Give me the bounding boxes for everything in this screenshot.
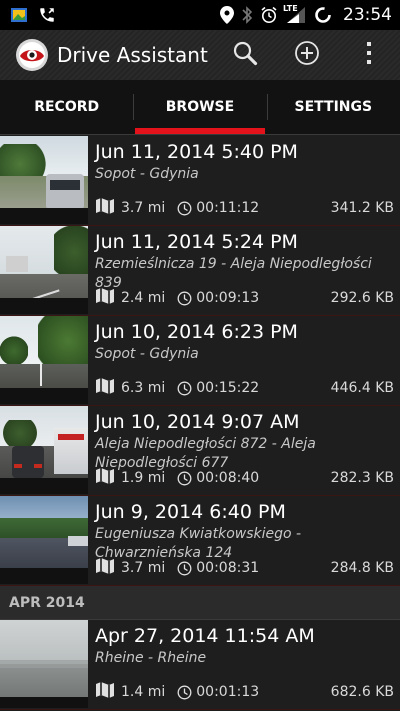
recording-duration: 00:08:31 <box>196 560 260 576</box>
overflow-icon <box>365 41 373 69</box>
recording-size: 284.8 KB <box>330 560 394 576</box>
recording-thumbnail <box>0 620 88 708</box>
recording-size: 282.3 KB <box>330 470 394 486</box>
clock-icon <box>177 561 192 576</box>
recording-item[interactable]: Jun 10, 2014 9:07 AM Aleja Niepodległośc… <box>0 406 400 496</box>
map-icon <box>95 680 115 704</box>
recording-distance: 3.7 mi <box>121 560 166 576</box>
tab-bar: RECORD BROWSE SETTINGS <box>0 80 400 135</box>
map-icon <box>95 286 115 310</box>
recording-distance: 3.7 mi <box>121 200 166 216</box>
recording-size: 341.2 KB <box>330 200 394 216</box>
recording-item[interactable]: Jun 10, 2014 6:23 PM Sopot - Gdynia 6.3 … <box>0 316 400 406</box>
bluetooth-icon <box>241 6 253 24</box>
clock-icon <box>177 685 192 700</box>
tab-settings[interactable]: SETTINGS <box>266 80 400 134</box>
recording-route: Sopot - Gdynia <box>95 166 199 182</box>
add-button[interactable] <box>276 30 338 80</box>
section-header: APR 2014 <box>0 586 400 620</box>
action-bar: Drive Assistant <box>0 30 400 80</box>
clock-icon <box>177 291 192 306</box>
recording-item[interactable]: Apr 27, 2014 11:54 AM Rheine - Rheine 1.… <box>0 620 400 710</box>
clock-icon <box>177 201 192 216</box>
recording-distance: 2.4 mi <box>121 290 166 306</box>
recording-title: Jun 10, 2014 6:23 PM <box>95 321 298 343</box>
clock-icon <box>177 471 192 486</box>
recording-duration: 00:01:13 <box>196 684 260 700</box>
tab-record[interactable]: RECORD <box>0 80 133 134</box>
recording-title: Jun 9, 2014 6:40 PM <box>95 501 286 523</box>
recording-title: Jun 11, 2014 5:40 PM <box>95 141 298 163</box>
recording-title: Jun 10, 2014 9:07 AM <box>95 411 300 433</box>
clock-time: 23:54 <box>343 5 392 25</box>
gallery-icon <box>10 7 28 23</box>
lte-label: LTE <box>283 4 298 13</box>
sync-icon <box>314 6 332 24</box>
map-icon <box>95 466 115 490</box>
recording-thumbnail <box>0 406 88 494</box>
tab-browse[interactable]: BROWSE <box>133 80 266 134</box>
clock-icon <box>177 381 192 396</box>
recording-duration: 00:08:40 <box>196 470 260 486</box>
signal-lte-icon: LTE <box>283 4 307 24</box>
map-icon <box>95 196 115 220</box>
recording-route: Sopot - Gdynia <box>95 346 199 362</box>
map-icon <box>95 376 115 400</box>
recordings-list[interactable]: Jun 11, 2014 5:40 PM Sopot - Gdynia 3.7 … <box>0 136 400 711</box>
recording-size: 446.4 KB <box>330 380 394 396</box>
location-icon <box>220 6 234 24</box>
add-icon <box>294 40 320 70</box>
recording-item[interactable]: Jun 11, 2014 5:24 PM Rzemieślnicza 19 - … <box>0 226 400 316</box>
recording-route: Rheine - Rheine <box>95 650 207 666</box>
app-title: Drive Assistant <box>57 43 208 67</box>
recording-distance: 1.4 mi <box>121 684 166 700</box>
recording-thumbnail <box>0 496 88 584</box>
recording-duration: 00:09:13 <box>196 290 260 306</box>
search-button[interactable] <box>214 30 276 80</box>
recording-distance: 6.3 mi <box>121 380 166 396</box>
map-icon <box>95 556 115 580</box>
search-icon <box>232 40 258 70</box>
overflow-menu-button[interactable] <box>338 30 400 80</box>
app-logo-icon <box>15 38 49 72</box>
recording-duration: 00:11:12 <box>196 200 260 216</box>
alarm-icon <box>260 6 278 24</box>
recording-duration: 00:15:22 <box>196 380 260 396</box>
recording-thumbnail <box>0 226 88 314</box>
recording-size: 682.6 KB <box>330 684 394 700</box>
recording-item[interactable]: Jun 11, 2014 5:40 PM Sopot - Gdynia 3.7 … <box>0 136 400 226</box>
status-bar: LTE 23:54 <box>0 0 400 30</box>
recording-size: 292.6 KB <box>330 290 394 306</box>
recording-title: Jun 11, 2014 5:24 PM <box>95 231 298 253</box>
recording-thumbnail <box>0 316 88 404</box>
recording-title: Apr 27, 2014 11:54 AM <box>95 625 315 647</box>
recording-distance: 1.9 mi <box>121 470 166 486</box>
recording-thumbnail <box>0 136 88 224</box>
recording-item[interactable]: Jun 9, 2014 6:40 PM Eugeniusza Kwiatkows… <box>0 496 400 586</box>
phone-icon <box>38 6 56 24</box>
